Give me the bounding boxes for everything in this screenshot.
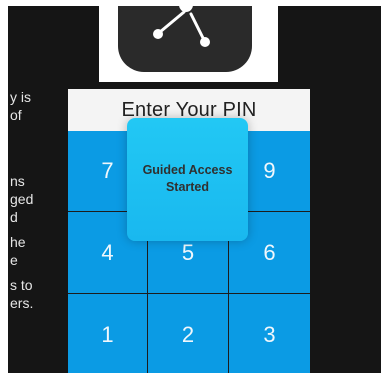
toast-message: Guided Access Started (133, 162, 243, 196)
app-icon (118, 6, 252, 72)
key-2[interactable]: 2 (148, 294, 228, 373)
guided-access-toast: Guided Access Started (127, 118, 248, 241)
left-text-line: e (10, 252, 18, 268)
left-text-line: ns (10, 173, 25, 189)
key-1[interactable]: 1 (68, 294, 147, 373)
toast-line-2: Started (165, 180, 210, 194)
clock-icon (153, 6, 210, 47)
left-text-line: ged (10, 191, 34, 207)
app-icon-tile (99, 6, 278, 82)
left-text-line: of (10, 107, 22, 123)
left-text-line: ers. (10, 295, 34, 311)
left-text-fragments: y is of ns ged d he e s to ers. (8, 88, 68, 328)
toast-line-1: Guided Access (142, 163, 233, 177)
key-3[interactable]: 3 (229, 294, 310, 373)
left-text-line: he (10, 234, 26, 250)
left-text-line: s to (10, 277, 33, 293)
screen: y is of ns ged d he e s to ers. Enter Yo… (0, 0, 381, 373)
left-text-line: d (10, 209, 18, 225)
left-text-line: y is (10, 89, 31, 105)
